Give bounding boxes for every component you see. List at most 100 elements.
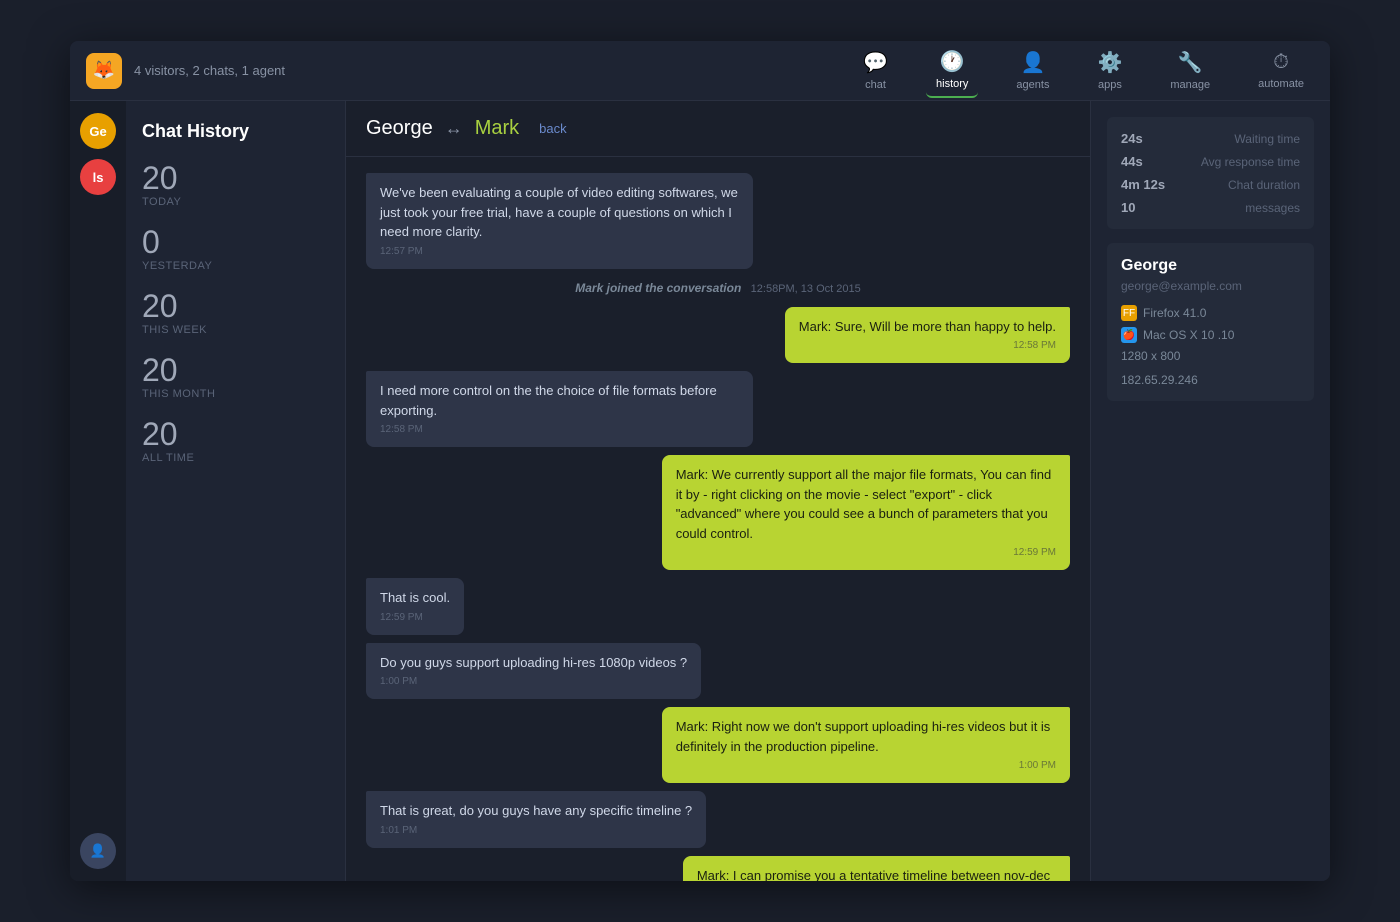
nav-agents-label: agents — [1016, 79, 1049, 91]
chat-from: George — [366, 117, 433, 140]
stat-alltime-num: 20 — [142, 418, 329, 450]
msg-text-3: Mark: Sure, Will be more than happy to h… — [799, 319, 1056, 334]
panel-title: Chat History — [142, 121, 329, 142]
msg-text-1: We've been evaluating a couple of video … — [380, 185, 738, 239]
msg-time-8: 1:00 PM — [676, 758, 1056, 773]
user-resolution-detail: 1280 x 800 — [1121, 349, 1300, 363]
stat-row-duration: 4m 12s Chat duration — [1121, 177, 1300, 192]
far-sidebar: Ge ls 👤 — [70, 101, 126, 881]
msg-time-4: 12:58 PM — [380, 422, 739, 437]
avg-response-label: Avg response time — [1201, 155, 1300, 169]
stat-yesterday[interactable]: 0 YESTERDAY — [142, 226, 329, 272]
nav-history-label: history — [936, 78, 968, 90]
nav-chat-label: chat — [865, 79, 886, 91]
stat-thismonth[interactable]: 20 THIS MONTH — [142, 354, 329, 400]
nav-apps[interactable]: ⚙️ apps — [1087, 44, 1132, 97]
chat-arrow: ↔ — [445, 118, 463, 139]
apps-icon: ⚙️ — [1097, 50, 1122, 75]
waiting-time-val: 24s — [1121, 131, 1143, 146]
nav-history[interactable]: 🕐 history — [926, 43, 978, 98]
stat-thismonth-label: THIS MONTH — [142, 388, 329, 400]
user-os-detail: 🍎 Mac OS X 10 .10 — [1121, 327, 1300, 343]
msg-time-7: 1:00 PM — [380, 674, 687, 689]
msg-text-9: That is great, do you guys have any spec… — [380, 803, 692, 818]
msg-text-10: Mark: I can promise you a tentative time… — [697, 868, 1050, 882]
user-email: george@example.com — [1121, 279, 1300, 293]
stat-yesterday-label: YESTERDAY — [142, 260, 329, 272]
nav-chat[interactable]: 💬 chat — [853, 44, 898, 97]
msg-time-9: 1:01 PM — [380, 823, 692, 838]
left-panel: Chat History 20 TODAY 0 YESTERDAY 20 THI… — [126, 101, 346, 881]
system-msg-1-time: 12:58PM, 13 Oct 2015 — [751, 283, 861, 295]
stat-thisweek-num: 20 — [142, 290, 329, 322]
user-resolution: 1280 x 800 — [1121, 349, 1180, 363]
msg-text-8: Mark: Right now we don't support uploadi… — [676, 719, 1051, 754]
stats-card: 24s Waiting time 44s Avg response time 4… — [1107, 117, 1314, 229]
stat-thisweek[interactable]: 20 THIS WEEK — [142, 290, 329, 336]
automate-icon: ⏱ — [1273, 51, 1289, 74]
user-ip: 182.65.29.246 — [1121, 373, 1300, 387]
message-bubble: Mark: We currently support all the major… — [662, 455, 1070, 570]
mac-badge: 🍎 — [1121, 327, 1137, 343]
chat-area: George ↔ Mark back We've been evaluating… — [346, 101, 1090, 881]
chat-to: Mark — [475, 117, 519, 140]
back-link[interactable]: back — [539, 121, 566, 136]
nav-agents[interactable]: 👤 agents — [1006, 44, 1059, 97]
chat-header: George ↔ Mark back — [346, 101, 1090, 157]
message-bubble: That is cool. 12:59 PM — [366, 578, 464, 635]
msg-time-3: 12:58 PM — [799, 338, 1056, 353]
right-panel: 24s Waiting time 44s Avg response time 4… — [1090, 101, 1330, 881]
status-text: 4 visitors, 2 chats, 1 agent — [134, 63, 285, 78]
msg-time-5: 12:59 PM — [676, 545, 1056, 560]
nav-manage-label: manage — [1170, 79, 1210, 91]
duration-val: 4m 12s — [1121, 177, 1165, 192]
stat-row-avg: 44s Avg response time — [1121, 154, 1300, 169]
history-icon: 🕐 — [940, 49, 965, 74]
user-os: Mac OS X 10 .10 — [1143, 328, 1234, 342]
bottom-avatar[interactable]: 👤 — [80, 833, 116, 869]
messages-label: messages — [1245, 201, 1300, 215]
msg-time-1: 12:57 PM — [380, 244, 739, 259]
main-layout: Ge ls 👤 Chat History 20 TODAY 0 YESTERDA… — [70, 101, 1330, 881]
msg-text-7: Do you guys support uploading hi-res 108… — [380, 655, 687, 670]
user-browser-detail: FF Firefox 41.0 — [1121, 305, 1300, 321]
message-bubble: We've been evaluating a couple of video … — [366, 173, 753, 269]
stat-alltime-label: ALL TIME — [142, 452, 329, 464]
manage-icon: 🔧 — [1178, 50, 1203, 75]
logo-icon: 🦊 — [86, 53, 122, 89]
nav-automate[interactable]: ⏱ automate — [1248, 45, 1314, 96]
message-bubble: That is great, do you guys have any spec… — [366, 791, 706, 848]
stat-today-label: TODAY — [142, 196, 329, 208]
waiting-time-label: Waiting time — [1234, 132, 1300, 146]
stat-alltime[interactable]: 20 ALL TIME — [142, 418, 329, 464]
system-msg-1-text: Mark joined the conversation — [575, 281, 741, 295]
nav-manage[interactable]: 🔧 manage — [1160, 44, 1220, 97]
top-nav-right: 💬 chat 🕐 history 👤 agents ⚙️ apps 🔧 mana… — [853, 43, 1314, 98]
avatar-ls[interactable]: ls — [80, 159, 116, 195]
agents-icon: 👤 — [1020, 50, 1045, 75]
stat-thisweek-label: THIS WEEK — [142, 324, 329, 336]
message-bubble: Mark: Sure, Will be more than happy to h… — [785, 307, 1070, 364]
stat-yesterday-num: 0 — [142, 226, 329, 258]
user-name: George — [1121, 257, 1300, 275]
messages-container[interactable]: We've been evaluating a couple of video … — [346, 157, 1090, 881]
top-nav: 🦊 4 visitors, 2 chats, 1 agent 💬 chat 🕐 … — [70, 41, 1330, 101]
stat-row-messages: 10 messages — [1121, 200, 1300, 215]
avatar-ge[interactable]: Ge — [80, 113, 116, 149]
nav-apps-label: apps — [1098, 79, 1122, 91]
msg-time-6: 12:59 PM — [380, 610, 450, 625]
msg-text-6: That is cool. — [380, 590, 450, 605]
duration-label: Chat duration — [1228, 178, 1300, 192]
nav-automate-label: automate — [1258, 78, 1304, 90]
stat-row-waiting: 24s Waiting time — [1121, 131, 1300, 146]
chat-icon: 💬 — [863, 50, 888, 75]
message-bubble: Do you guys support uploading hi-res 108… — [366, 643, 701, 700]
user-browser: Firefox 41.0 — [1143, 306, 1206, 320]
stat-today[interactable]: 20 TODAY — [142, 162, 329, 208]
firefox-badge: FF — [1121, 305, 1137, 321]
top-nav-left: 🦊 4 visitors, 2 chats, 1 agent — [86, 53, 853, 89]
stat-today-num: 20 — [142, 162, 329, 194]
msg-text-5: Mark: We currently support all the major… — [676, 467, 1051, 541]
stat-thismonth-num: 20 — [142, 354, 329, 386]
message-bubble: I need more control on the the choice of… — [366, 371, 753, 447]
